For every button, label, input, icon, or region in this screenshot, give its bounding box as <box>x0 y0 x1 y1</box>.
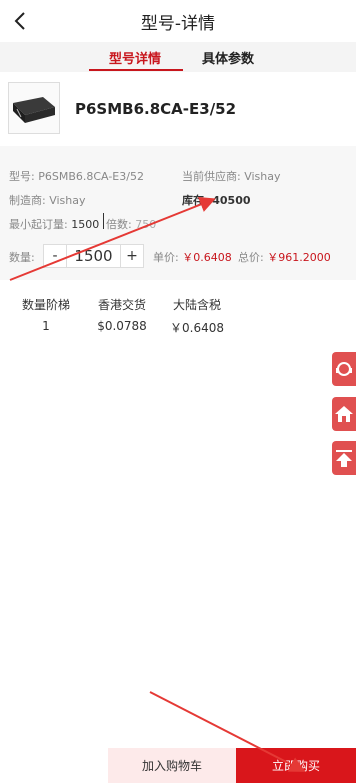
table-cell: $0.0788 <box>97 319 147 333</box>
moq-row: 最小起订量: 1500 <box>9 216 99 232</box>
moq-value: 1500 <box>71 218 100 231</box>
text-cursor <box>103 213 104 229</box>
quantity-stepper: - 1500 + <box>43 244 144 268</box>
bottom-bar-spacer <box>0 748 108 783</box>
buy-now-button[interactable]: 立即购买 <box>236 748 356 783</box>
model-value: P6SMB6.8CA-E3/52 <box>38 170 144 183</box>
manufacturer-value: Vishay <box>49 194 86 207</box>
quantity-input[interactable]: 1500 <box>66 245 121 267</box>
total-price-label: 总价: <box>238 251 264 264</box>
tab-model-details[interactable]: 型号详情 <box>109 48 161 67</box>
manufacturer-label: 制造商: <box>9 194 46 207</box>
total-price-value: ￥961.2000 <box>267 251 331 264</box>
total-price-row: 总价: ￥961.2000 <box>238 249 331 265</box>
model-row: 型号: P6SMB6.8CA-E3/52 <box>9 168 144 184</box>
back-to-top-button[interactable] <box>332 441 356 475</box>
decrease-button[interactable]: - <box>44 245 66 267</box>
tab-specifications[interactable]: 具体参数 <box>202 48 254 67</box>
table-cell: ￥0.6408 <box>170 321 224 335</box>
stock-row: 库存: 40500 <box>182 192 251 208</box>
page-title: 型号-详情 <box>140 14 216 34</box>
unit-price-row: 单价: ￥0.6408 <box>153 249 232 265</box>
manufacturer-row: 制造商: Vishay <box>9 192 86 208</box>
unit-price-label: 单价: <box>153 251 179 264</box>
unit-price-value: ￥0.6408 <box>182 251 232 264</box>
home-button[interactable] <box>332 397 356 431</box>
increase-button[interactable]: + <box>121 245 143 267</box>
home-icon <box>335 406 353 422</box>
column-header: 数量阶梯 <box>21 298 70 312</box>
stock-label: 库存: <box>182 194 209 207</box>
customer-service-button[interactable] <box>332 352 356 386</box>
table-cell: 1 <box>42 319 50 333</box>
moq-label: 最小起订量: <box>9 218 68 231</box>
product-name: P6SMB6.8CA-E3/52 <box>75 100 237 118</box>
tab-bar: 型号详情 具体参数 <box>0 42 356 72</box>
model-label: 型号: <box>9 170 35 183</box>
supplier-value: Vishay <box>244 170 281 183</box>
multiple-label: 倍数: <box>106 218 132 231</box>
multiple-row: 倍数: 750 <box>106 216 156 232</box>
add-to-cart-button[interactable]: 加入购物车 <box>108 748 236 783</box>
bottom-action-bar: 加入购物车 立即购买 <box>0 748 356 783</box>
supplier-label: 当前供应商: <box>182 170 241 183</box>
price-ladder-table: 数量阶梯 香港交货 大陆含税 1 $0.0788 ￥0.6408 <box>0 280 356 340</box>
column-header: 香港交货 <box>97 298 146 312</box>
active-tab-indicator <box>89 69 183 71</box>
back-to-top-icon <box>336 450 352 467</box>
column-header: 大陆含税 <box>172 298 221 312</box>
customer-service-icon <box>336 362 352 376</box>
quantity-label: 数量: <box>9 251 35 264</box>
product-header: P6SMB6.8CA-E3/52 <box>0 72 356 146</box>
supplier-row: 当前供应商: Vishay <box>182 168 281 184</box>
stock-value: 40500 <box>212 194 251 207</box>
header: 型号-详情 <box>0 0 356 42</box>
product-info: 型号: P6SMB6.8CA-E3/52 当前供应商: Vishay 制造商: … <box>0 146 356 280</box>
multiple-value: 750 <box>135 218 157 231</box>
product-image[interactable] <box>8 82 60 134</box>
